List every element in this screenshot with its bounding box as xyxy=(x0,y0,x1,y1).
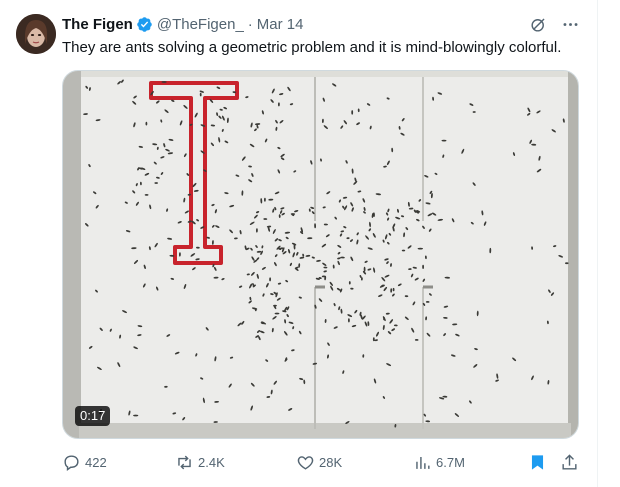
tweet-header: The Figen @TheFigen_ · Mar 14 xyxy=(62,14,303,34)
author-handle[interactable]: @TheFigen_ xyxy=(157,16,244,33)
divider xyxy=(597,0,598,487)
share-button[interactable] xyxy=(560,450,579,474)
repost-button[interactable]: 2.4K xyxy=(175,450,225,474)
views-button[interactable]: 6.7M xyxy=(413,450,465,474)
like-count: 28K xyxy=(319,454,343,470)
tweet-date[interactable]: Mar 14 xyxy=(257,16,304,33)
more-icon[interactable] xyxy=(560,14,580,34)
like-button[interactable]: 28K xyxy=(296,450,342,474)
ant xyxy=(133,414,139,417)
reply-icon xyxy=(64,454,79,471)
ant xyxy=(565,262,569,265)
reply-button[interactable]: 422 xyxy=(62,450,107,474)
video-frame xyxy=(63,71,578,438)
share-icon xyxy=(562,453,577,470)
top-actions xyxy=(528,14,580,34)
grok-icon[interactable] xyxy=(528,14,548,34)
views-icon xyxy=(416,456,430,469)
tweet-text: They are ants solving a geometric proble… xyxy=(62,39,562,56)
ant xyxy=(401,249,406,252)
ant xyxy=(274,312,280,315)
like-icon xyxy=(297,455,314,470)
video-player[interactable]: 0:17 xyxy=(62,70,579,439)
avatar[interactable] xyxy=(16,14,56,54)
author-name[interactable]: The Figen xyxy=(62,16,133,33)
repost-icon xyxy=(178,455,191,469)
ant xyxy=(422,264,424,269)
ant xyxy=(144,194,149,196)
tweet-card[interactable]: The Figen @TheFigen_ · Mar 14 They are a… xyxy=(0,0,620,487)
verified-badge-icon xyxy=(136,16,153,33)
repost-count: 2.4K xyxy=(198,454,225,470)
action-bar: 422 2.4K 28K 6.7M xyxy=(62,450,582,474)
ant xyxy=(145,121,148,126)
ant xyxy=(417,247,423,250)
bookmark-button[interactable] xyxy=(528,450,547,474)
bookmark-icon xyxy=(531,454,544,470)
reply-count: 422 xyxy=(85,454,107,470)
separator-dot: · xyxy=(247,15,253,33)
view-count: 6.7M xyxy=(436,454,465,470)
video-duration: 0:17 xyxy=(75,406,111,426)
ant xyxy=(351,110,354,115)
